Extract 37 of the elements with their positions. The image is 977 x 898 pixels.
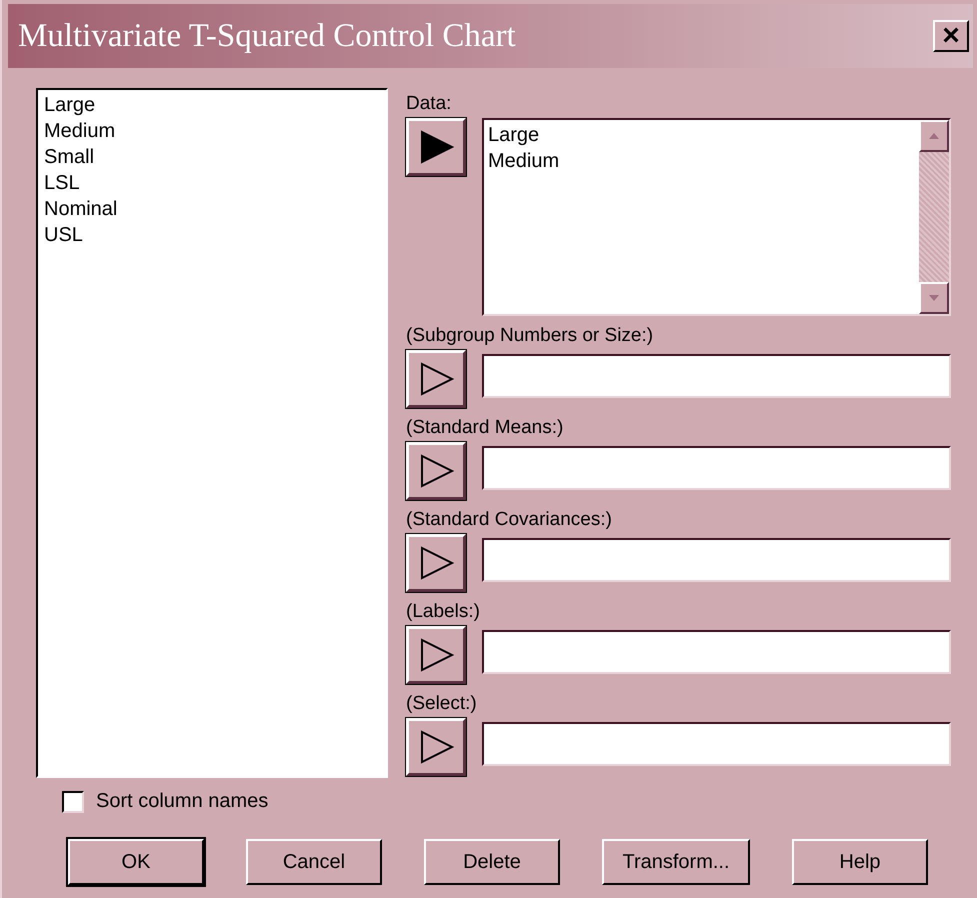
- arrow-button[interactable]: [406, 626, 466, 684]
- field-label: Data:: [406, 92, 452, 116]
- arrow-button[interactable]: [406, 534, 466, 592]
- dialog-button[interactable]: Delete: [424, 839, 560, 885]
- dialog-button[interactable]: Help: [792, 839, 928, 885]
- input-field[interactable]: [482, 354, 951, 398]
- arrow-button[interactable]: [406, 350, 466, 408]
- column-item[interactable]: Nominal: [44, 196, 380, 222]
- input-field[interactable]: [482, 722, 951, 766]
- arrow-button[interactable]: [406, 118, 466, 176]
- field-label: (Subgroup Numbers or Size:): [406, 324, 654, 348]
- column-item[interactable]: LSL: [44, 170, 380, 196]
- column-item[interactable]: USL: [44, 222, 380, 248]
- window-title: Multivariate T-Squared Control Chart: [18, 18, 516, 54]
- column-item[interactable]: Large: [44, 92, 380, 118]
- dialog-button[interactable]: Cancel: [246, 839, 382, 885]
- dialog-button[interactable]: Transform...: [602, 839, 750, 885]
- checkbox-label: Sort column names: [96, 790, 268, 813]
- arrow-button[interactable]: [406, 442, 466, 500]
- scroll-down-icon: [929, 295, 939, 301]
- field-label: (Standard Means:): [406, 416, 564, 440]
- column-item[interactable]: Small: [44, 144, 380, 170]
- data-item[interactable]: Large: [488, 122, 915, 148]
- dialog-button[interactable]: OK: [68, 839, 204, 885]
- close-button[interactable]: ×: [933, 20, 969, 52]
- data-item[interactable]: Medium: [488, 148, 915, 174]
- arrow-button[interactable]: [406, 718, 466, 776]
- field-label: (Standard Covariances:): [406, 508, 613, 532]
- scroll-up-icon: [929, 133, 939, 139]
- field-label: (Select:): [406, 692, 478, 716]
- scrollbar[interactable]: [919, 120, 949, 314]
- column-item[interactable]: Medium: [44, 118, 380, 144]
- input-field[interactable]: [482, 630, 951, 674]
- field-label: (Labels:): [406, 600, 481, 624]
- input-field[interactable]: [482, 538, 951, 582]
- checkbox[interactable]: [62, 790, 84, 812]
- input-field[interactable]: [482, 446, 951, 490]
